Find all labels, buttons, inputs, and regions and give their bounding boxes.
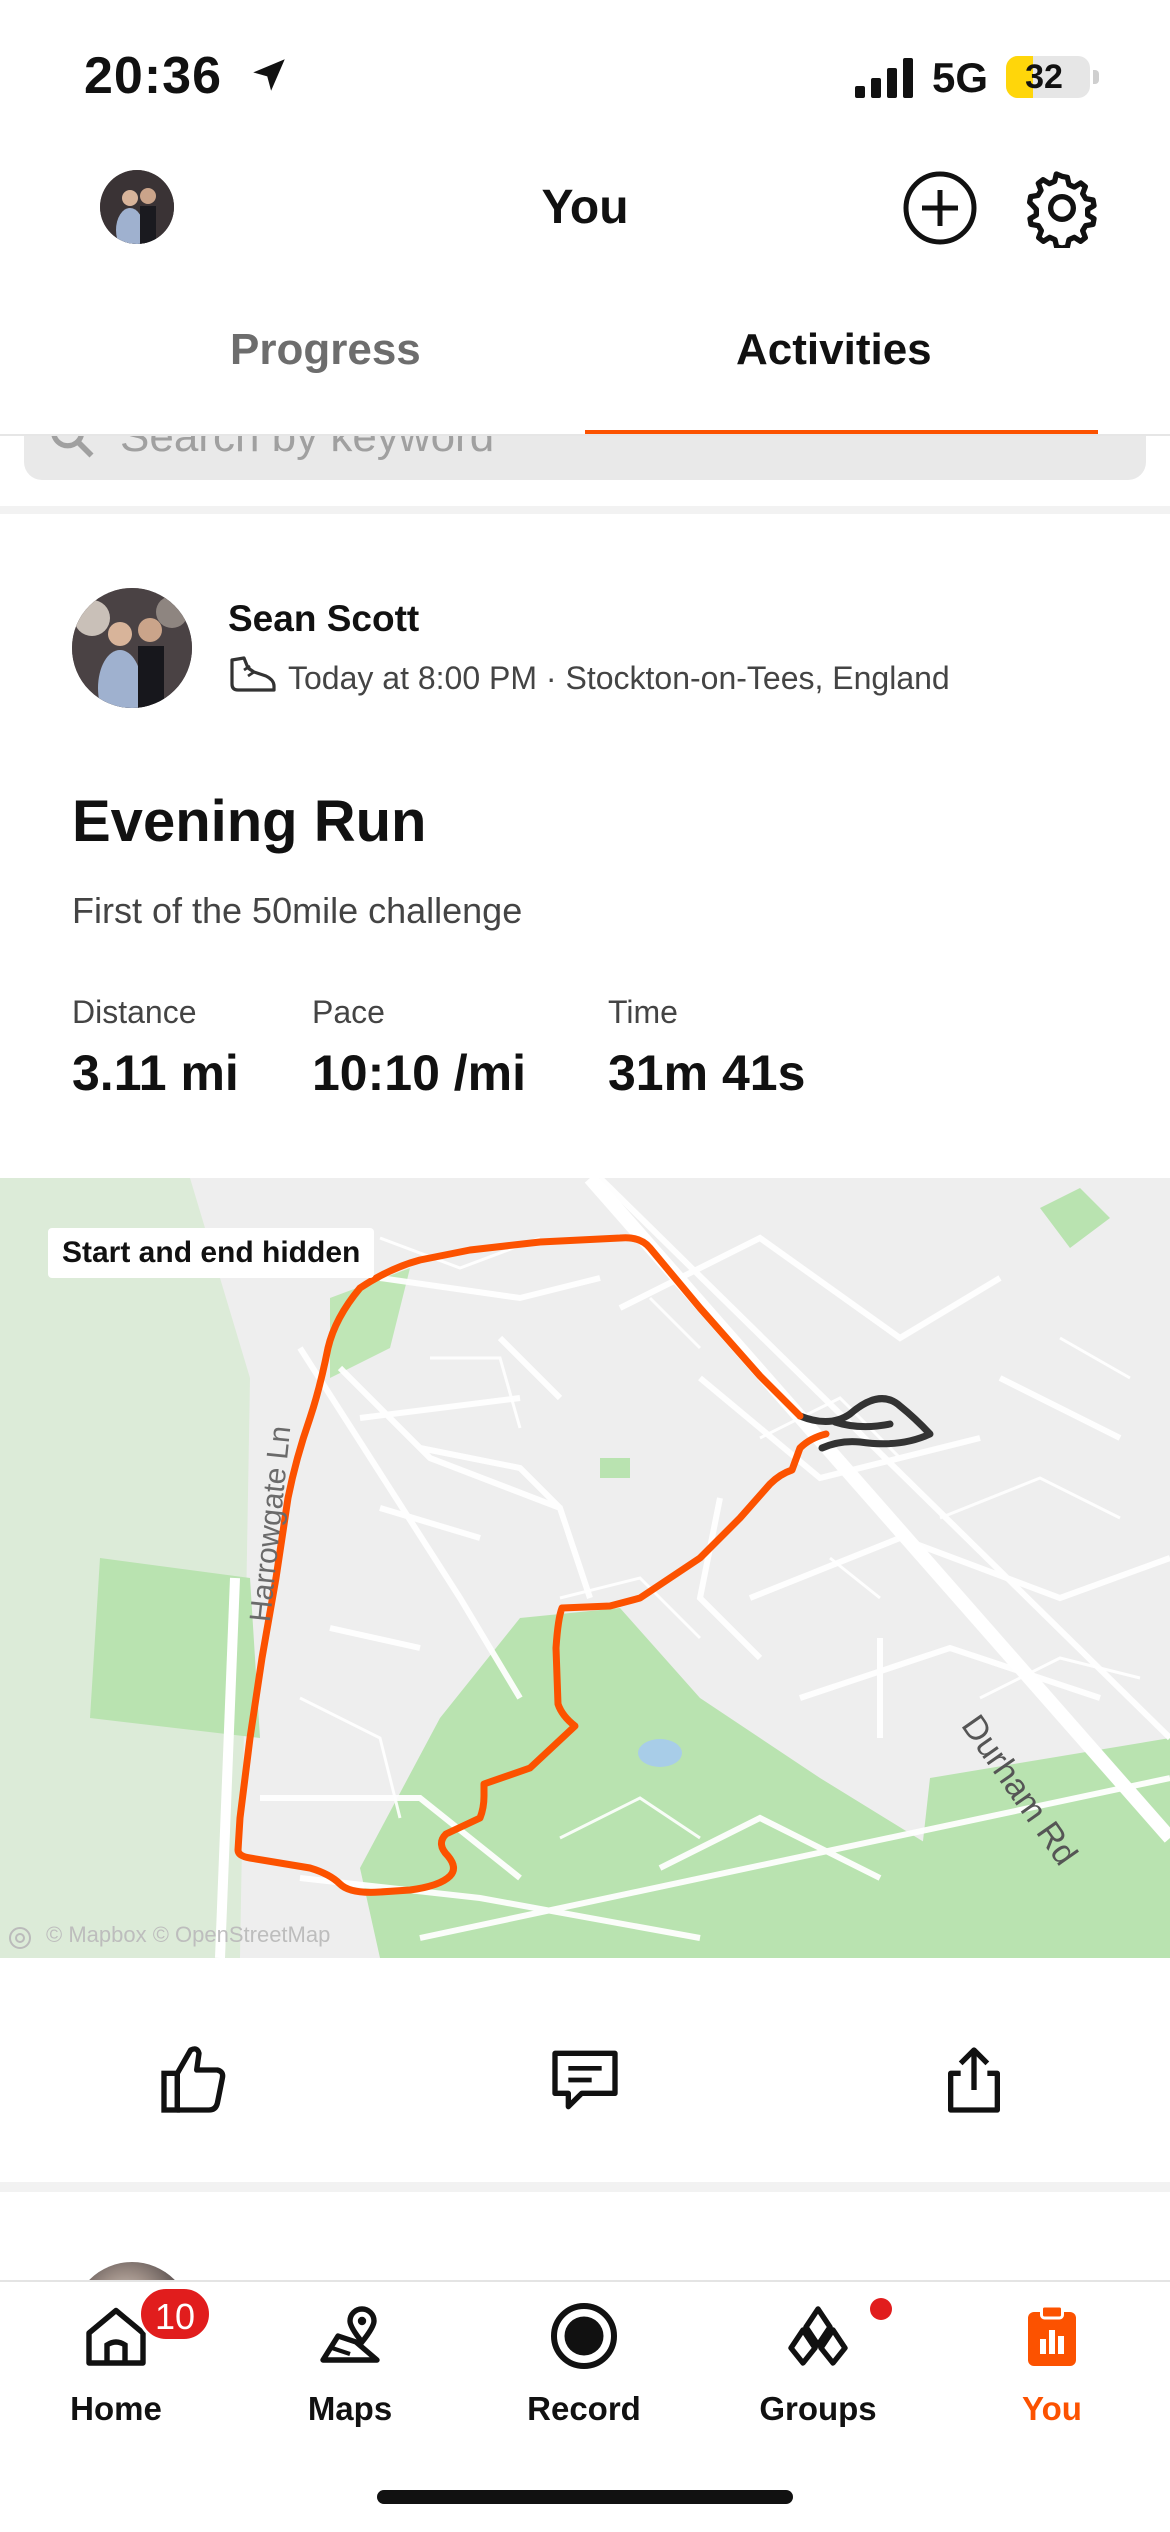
nav-you-label: You (1022, 2390, 1082, 2427)
status-time: 20:36 (84, 47, 222, 105)
nav-maps[interactable]: Maps (250, 2290, 450, 2440)
page-title: You (541, 181, 629, 234)
nav-record[interactable]: Record (484, 2290, 684, 2440)
stat-time-label: Time (608, 994, 678, 1030)
battery-icon: 32 (1006, 56, 1090, 98)
add-button[interactable] (902, 170, 978, 246)
comment-icon[interactable] (545, 2040, 625, 2120)
activity-title[interactable]: Evening Run (72, 788, 426, 855)
location-arrow-icon (253, 59, 285, 91)
maps-icon (320, 2306, 380, 2363)
settings-gear-icon[interactable] (1022, 168, 1102, 248)
battery-nub (1093, 70, 1099, 84)
tab-divider (0, 434, 1170, 436)
activity-meta: Today at 8:00 PM · Stockton-on-Tees, Eng… (288, 660, 950, 696)
nav-record-label: Record (527, 2390, 641, 2427)
stat-distance-label: Distance (72, 994, 197, 1030)
status-bar: 20:36 5G 32 (0, 0, 1170, 150)
stat-pace-value: 10:10 /mi (312, 1045, 527, 1101)
athlete-photo-icon (72, 588, 192, 708)
groups-notification-dot (870, 2298, 892, 2320)
next-activity-avatar[interactable] (72, 2262, 192, 2282)
mapbox-logo-icon (9, 1927, 31, 1949)
share-icon[interactable] (934, 2040, 1014, 2120)
stat-pace-label: Pace (312, 994, 385, 1030)
battery-percent: 32 (1025, 58, 1063, 96)
groups-icon (788, 2306, 848, 2366)
nav-groups-label: Groups (759, 2390, 877, 2427)
activity-description: First of the 50mile challenge (72, 890, 523, 931)
map-canvas (0, 1178, 1170, 1958)
stat-time-value: 31m 41s (608, 1045, 806, 1101)
network-type: 5G (932, 54, 989, 101)
athlete-avatar[interactable] (72, 588, 192, 708)
search-clip: Search by keyword (0, 436, 1170, 516)
home-indicator (377, 2490, 793, 2504)
feed-separator (0, 2182, 1170, 2192)
notification-badge: 10 (138, 2286, 212, 2342)
tab-progress[interactable]: Progress (230, 325, 421, 375)
you-icon (1028, 2304, 1076, 2366)
search-bar[interactable]: Search by keyword (24, 436, 1146, 480)
nav-home-label: Home (70, 2390, 162, 2427)
nav-maps-label: Maps (307, 2390, 393, 2427)
athlete-name[interactable]: Sean Scott (228, 598, 419, 640)
route-map[interactable] (0, 1178, 1170, 1958)
start-end-hidden-badge: Start and end hidden (48, 1228, 375, 1278)
map-attribution[interactable]: © Mapbox © OpenStreetMap (46, 1922, 330, 1948)
section-divider (0, 506, 1170, 514)
tab-activities[interactable]: Activities (736, 325, 932, 375)
search-input[interactable]: Search by keyword (120, 436, 494, 462)
record-icon (551, 2303, 617, 2369)
nav-you[interactable]: You (952, 2290, 1152, 2440)
stat-distance-value: 3.11 mi (72, 1045, 239, 1101)
cellular-signal-icon (855, 58, 913, 98)
search-icon (51, 436, 94, 458)
run-shoe-icon (230, 656, 276, 692)
kudos-thumbs-up-icon[interactable] (154, 2040, 234, 2120)
